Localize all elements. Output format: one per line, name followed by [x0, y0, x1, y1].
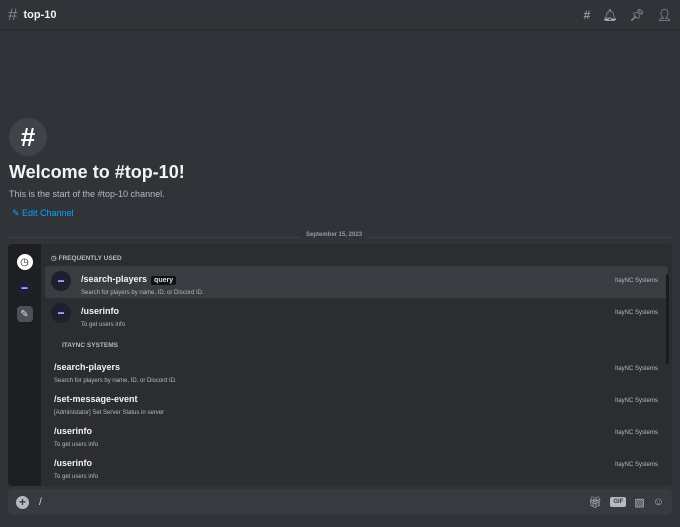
- app-avatar-icon[interactable]: ▬: [16, 280, 33, 296]
- app-avatar: ▬: [51, 271, 71, 291]
- gift-icon[interactable]: 🎁︎: [588, 496, 602, 509]
- section-itaync: ITAYNC SYSTEMS: [62, 342, 118, 349]
- channel-header: # top-10 # 🔔︎ 📌︎ 👤︎: [0, 0, 680, 30]
- scrollbar[interactable]: [666, 274, 669, 364]
- date-divider-text: September 15, 2023: [300, 232, 369, 238]
- command-name: /search-players: [81, 274, 148, 284]
- pin-icon[interactable]: 📌︎: [630, 8, 645, 22]
- command-name: /userinfo: [81, 306, 120, 316]
- welcome-title: Welcome to #top-10!: [9, 162, 185, 182]
- command-autocomplete: ◷ ▬ ✎ ◷ FREQUENTLY USED ▬ /search-player…: [8, 244, 672, 486]
- command-description: Search for players by name, ID, or Disco…: [81, 290, 204, 296]
- category-rail: ◷ ▬ ✎: [8, 244, 41, 486]
- edit-channel-label: Edit Channel: [22, 208, 74, 218]
- gif-icon[interactable]: GIF: [610, 497, 627, 507]
- command-item[interactable]: /set-message-event [Administator] Set Se…: [45, 386, 668, 418]
- pencil-icon[interactable]: ✎: [16, 306, 33, 322]
- app-avatar: ▬: [51, 303, 71, 323]
- command-description: To get users info: [81, 322, 126, 328]
- command-item[interactable]: /userinfo To get users info ItayNC Syste…: [45, 450, 668, 482]
- command-source: ItayNC Systems: [614, 398, 658, 404]
- section-frequently-used: ◷ FREQUENTLY USED: [41, 244, 672, 266]
- command-description: Search for players by name, ID, or Disco…: [54, 378, 177, 384]
- command-source: ItayNC Systems: [614, 278, 658, 284]
- command-source: ItayNC Systems: [614, 430, 658, 436]
- pencil-icon: ✎: [12, 208, 23, 218]
- bell-icon[interactable]: 🔔︎: [602, 8, 617, 22]
- command-item[interactable]: /userinfo To get users info ItayNC Syste…: [45, 418, 668, 450]
- channel-name: top-10: [23, 8, 57, 21]
- command-source: ItayNC Systems: [614, 366, 658, 372]
- sticker-icon[interactable]: ▧: [634, 496, 644, 509]
- command-source: ItayNC Systems: [614, 462, 658, 468]
- command-name: /userinfo: [54, 426, 93, 436]
- command-option: query: [151, 276, 177, 285]
- message-input[interactable]: + / 🎁︎ GIF ▧ ☺: [8, 489, 672, 515]
- command-description: To get users info: [54, 442, 99, 448]
- plus-icon[interactable]: +: [16, 495, 29, 509]
- emoji-icon[interactable]: ☺: [653, 496, 664, 508]
- hash-icon: #: [8, 4, 18, 24]
- clock-icon[interactable]: ◷: [16, 254, 33, 270]
- command-name: /set-message-event: [54, 394, 138, 404]
- welcome-subtitle: This is the start of the #top-10 channel…: [9, 189, 165, 199]
- members-icon[interactable]: 👤︎: [657, 8, 672, 22]
- command-description: [Administator] Set Server Status in serv…: [54, 410, 165, 416]
- command-description: To get users info: [54, 474, 99, 480]
- command-item[interactable]: ▬ /userinfo To get users info ItayNC Sys…: [45, 298, 668, 330]
- channel-hash-icon: #: [9, 118, 47, 156]
- command-item[interactable]: ▬ /search-players query Search for player…: [45, 266, 668, 298]
- threads-icon[interactable]: #: [584, 8, 591, 22]
- command-item[interactable]: /search-players Search for players by na…: [45, 354, 668, 386]
- message-input-value[interactable]: /: [39, 497, 42, 508]
- section-label: FREQUENTLY USED: [58, 255, 122, 262]
- command-source: ItayNC Systems: [614, 310, 658, 316]
- command-name: /search-players: [54, 362, 121, 372]
- command-name: /userinfo: [54, 458, 93, 468]
- edit-channel-link[interactable]: ✎ Edit Channel: [12, 208, 74, 219]
